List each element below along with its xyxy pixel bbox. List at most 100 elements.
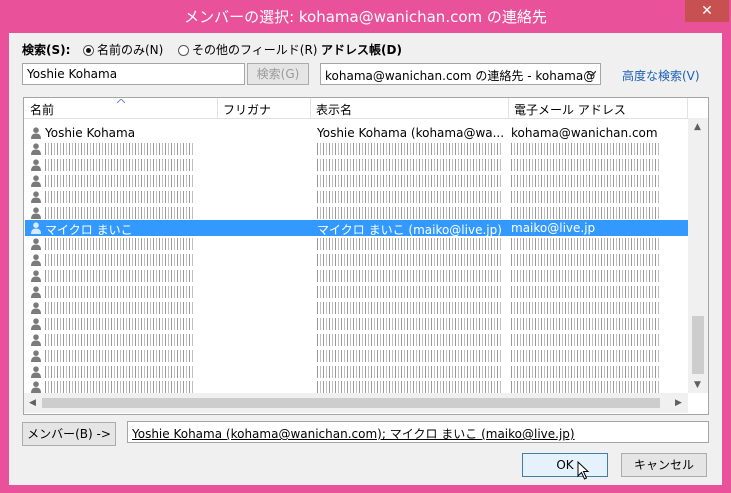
obscured-cell: [511, 206, 661, 219]
person-icon: [31, 238, 41, 251]
table-row[interactable]: [25, 348, 689, 364]
table-row[interactable]: [25, 236, 689, 252]
table-row[interactable]: [25, 205, 689, 221]
scroll-down-icon[interactable]: ▼: [694, 380, 701, 390]
table-row[interactable]: [25, 316, 689, 332]
person-icon: [31, 159, 41, 171]
person-icon: [31, 318, 41, 330]
obscured-cell: [317, 142, 502, 155]
obscured-cell: [317, 381, 502, 394]
obscured-cell: [511, 190, 661, 203]
chevron-down-icon: [587, 71, 596, 77]
search-input[interactable]: Yoshie Kohama: [22, 63, 245, 85]
obscured-cell: [511, 286, 661, 298]
column-header-furigana[interactable]: フリガナ: [223, 101, 271, 118]
sort-ascending-icon: [117, 99, 125, 104]
table-row[interactable]: Yoshie Kohama Yoshie Kohama (kohama@wa...…: [25, 125, 689, 141]
vertical-scroll-thumb[interactable]: [692, 316, 704, 374]
obscured-cell: [45, 142, 195, 155]
table-row[interactable]: [25, 284, 689, 300]
scroll-up-icon[interactable]: ▲: [694, 122, 701, 132]
person-icon: [31, 286, 41, 298]
radio-name-only-label: 名前のみ(N): [97, 43, 164, 57]
obscured-cell: [317, 174, 502, 187]
search-button[interactable]: 検索(G): [247, 63, 309, 85]
address-book-select[interactable]: kohama@wanichan.com の連絡先 - kohama@: [320, 63, 601, 85]
dialog-body: 検索(S): 名前のみ(N) その他のフィールド(R) アドレス帳(D) Yos…: [9, 33, 722, 485]
members-field[interactable]: Yoshie Kohama (kohama@wanichan.com); マイク…: [127, 421, 709, 443]
search-label: 検索(S):: [22, 43, 71, 57]
table-row[interactable]: マイクロ まいこ マイクロ まいこ (maiko@live.jp) maiko@li…: [25, 220, 689, 237]
obscured-cell: [45, 286, 195, 298]
obscured-cell: [45, 301, 195, 314]
radio-name-only[interactable]: 名前のみ(N): [83, 41, 163, 58]
obscured-cell: [317, 190, 502, 203]
table-row[interactable]: [25, 173, 689, 189]
table-row[interactable]: [25, 189, 689, 205]
contact-list[interactable]: 名前 フリガナ 表示名 電子メール アドレス Yoshie Kohama Yosh…: [23, 97, 709, 415]
column-divider[interactable]: [508, 98, 509, 118]
person-icon: [31, 190, 41, 203]
person-icon: [31, 302, 41, 314]
person-icon: [31, 349, 41, 362]
horizontal-scroll-thumb[interactable]: [42, 398, 660, 408]
person-icon: [31, 365, 41, 378]
table-row[interactable]: [25, 157, 689, 173]
title-bar[interactable]: メンバーの選択: kohama@wanichan.com の連絡先 ✕: [0, 0, 731, 34]
members-button[interactable]: メンバー(B) ->: [22, 422, 116, 446]
vertical-scrollbar[interactable]: ▲ ▼: [688, 118, 708, 393]
obscured-cell: [317, 333, 502, 346]
table-row[interactable]: [25, 252, 689, 268]
close-button[interactable]: ✕: [685, 0, 729, 22]
obscured-cell: [45, 158, 195, 171]
mouse-cursor-icon: [577, 461, 590, 480]
column-divider[interactable]: [310, 98, 311, 118]
person-icon: [31, 143, 41, 155]
obscured-cell: [317, 238, 502, 251]
table-row[interactable]: [25, 332, 689, 348]
obscured-cell: [45, 206, 195, 219]
column-divider[interactable]: [217, 98, 218, 118]
person-icon: [31, 175, 41, 187]
table-row[interactable]: [25, 364, 689, 380]
radio-name-only-indicator[interactable]: [83, 45, 94, 56]
obscured-cell: [45, 381, 195, 394]
scroll-left-icon[interactable]: ◀: [29, 398, 36, 408]
obscured-cell: [45, 238, 195, 251]
radio-other-fields-label: その他のフィールド(R): [192, 43, 318, 57]
obscured-cell: [511, 238, 661, 251]
obscured-cell: [45, 333, 195, 346]
column-header-email[interactable]: 電子メール アドレス: [514, 101, 626, 118]
cell-email: maiko@live.jp: [511, 221, 596, 236]
obscured-cell: [45, 190, 195, 203]
table-row[interactable]: [25, 141, 689, 157]
obscured-cell: [45, 270, 195, 283]
person-icon: [31, 254, 41, 267]
table-row[interactable]: [25, 300, 689, 316]
obscured-cell: [45, 349, 195, 362]
horizontal-scrollbar[interactable]: ◀ ▶: [24, 393, 688, 413]
person-icon: [31, 270, 41, 283]
person-icon: [31, 334, 41, 346]
obscured-cell: [511, 254, 661, 267]
ok-button[interactable]: OK: [522, 453, 608, 477]
cancel-button[interactable]: キャンセル: [621, 453, 707, 477]
obscured-cell: [317, 254, 502, 267]
radio-other-fields[interactable]: その他のフィールド(R): [178, 41, 317, 58]
window-title: メンバーの選択: kohama@wanichan.com の連絡先: [184, 8, 547, 26]
advanced-search-link[interactable]: 高度な検索(V): [622, 67, 700, 84]
person-icon: [31, 127, 41, 139]
radio-other-fields-indicator[interactable]: [178, 45, 189, 56]
dialog-window: メンバーの選択: kohama@wanichan.com の連絡先 ✕ 検索(S…: [0, 0, 731, 493]
obscured-cell: [317, 365, 502, 378]
column-header-display-name[interactable]: 表示名: [316, 101, 352, 118]
obscured-cell: [45, 254, 195, 267]
person-icon: [31, 222, 41, 235]
obscured-cell: [317, 349, 502, 362]
table-row[interactable]: [25, 268, 689, 284]
column-divider[interactable]: [687, 98, 688, 118]
obscured-cell: [511, 158, 661, 171]
list-header: 名前 フリガナ 表示名 電子メール アドレス: [24, 98, 708, 119]
scroll-right-icon[interactable]: ▶: [675, 398, 682, 408]
column-header-name[interactable]: 名前: [30, 101, 54, 118]
